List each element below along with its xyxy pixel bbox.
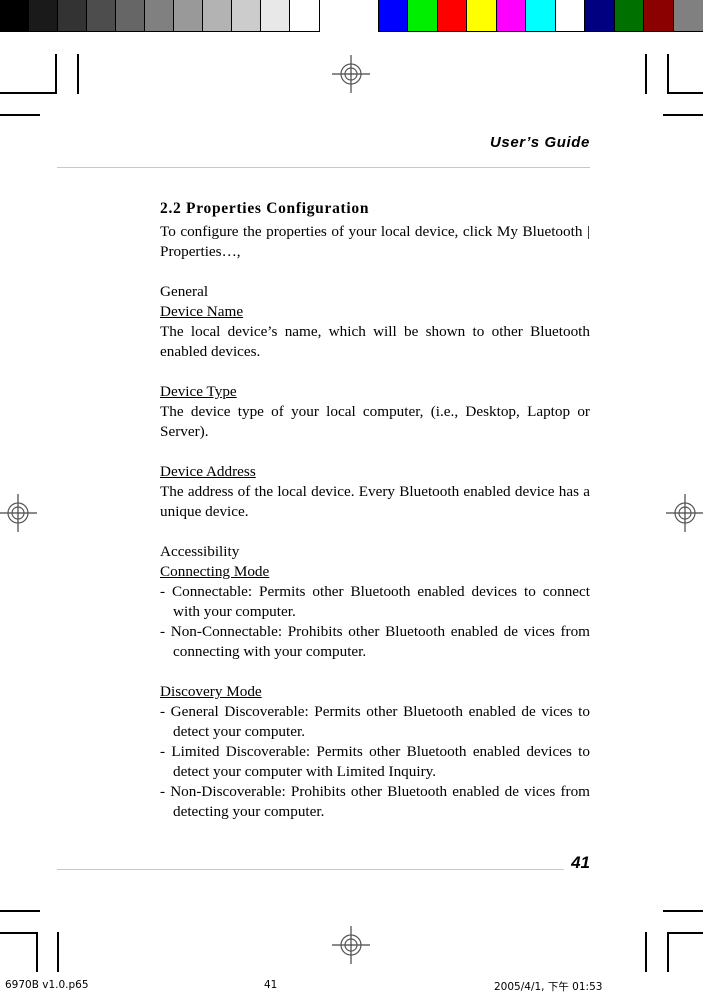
- property-entry-device-address: Device Address The address of the local …: [160, 462, 590, 522]
- list-item: - Limited Discoverable: Permits other Bl…: [160, 743, 590, 780]
- property-entry-connecting-mode: Connecting Mode - Connectable: Permits o…: [160, 562, 590, 662]
- entry-text-device-name: The local device’s name, which will be s…: [160, 323, 590, 360]
- page-number: 41: [571, 853, 590, 872]
- property-group-general: General Device Name The local device’s n…: [160, 282, 590, 522]
- document-page: User’s Guide 2.2 Properties Configuratio…: [0, 0, 703, 960]
- entry-text-device-type: The device type of your local computer, …: [160, 403, 590, 440]
- section-heading: 2.2 Properties Configuration: [160, 200, 370, 217]
- header-divider-rule: [57, 167, 590, 168]
- discovery-mode-list: - General Discoverable: Permits other Bl…: [160, 702, 590, 822]
- page-header-title: User’s Guide: [489, 134, 590, 151]
- entry-label-device-address: Device Address: [160, 463, 256, 480]
- group-label-accessibility: Accessibility: [160, 543, 240, 560]
- list-item: - Connectable: Permits other Bluetooth e…: [160, 583, 590, 620]
- list-item: - General Discoverable: Permits other Bl…: [160, 703, 590, 740]
- property-group-accessibility: Accessibility Connecting Mode - Connecta…: [160, 542, 590, 822]
- group-label-general: General: [160, 283, 209, 300]
- entry-label-device-name: Device Name: [160, 303, 244, 320]
- print-info-strip: 6970B v1.0.p65 41 2005/4/1, 下午 01:53: [0, 976, 703, 997]
- property-entry-device-type: Device Type The device type of your loca…: [160, 382, 590, 442]
- property-entry-device-name: Device Name The local device’s name, whi…: [160, 302, 590, 362]
- page-body: 2.2 Properties Configuration To configur…: [160, 198, 590, 822]
- entry-label-discovery-mode: Discovery Mode: [160, 683, 262, 700]
- connecting-mode-list: - Connectable: Permits other Bluetooth e…: [160, 582, 590, 662]
- entry-label-connecting-mode: Connecting Mode: [160, 563, 270, 580]
- list-item: - Non-Discoverable: Prohibits other Blue…: [160, 783, 590, 820]
- print-info-timestamp: 2005/4/1, 下午 01:53: [494, 981, 603, 993]
- entry-text-device-address: The address of the local device. Every B…: [160, 483, 590, 520]
- entry-label-device-type: Device Type: [160, 383, 237, 400]
- section-intro-paragraph: To configure the properties of your loca…: [160, 223, 590, 260]
- print-info-page: 41: [264, 979, 278, 991]
- print-info-filename: 6970B v1.0.p65: [5, 979, 89, 991]
- list-item: - Non-Connectable: Prohibits other Bluet…: [160, 623, 590, 660]
- property-entry-discovery-mode: Discovery Mode - General Discoverable: P…: [160, 682, 590, 822]
